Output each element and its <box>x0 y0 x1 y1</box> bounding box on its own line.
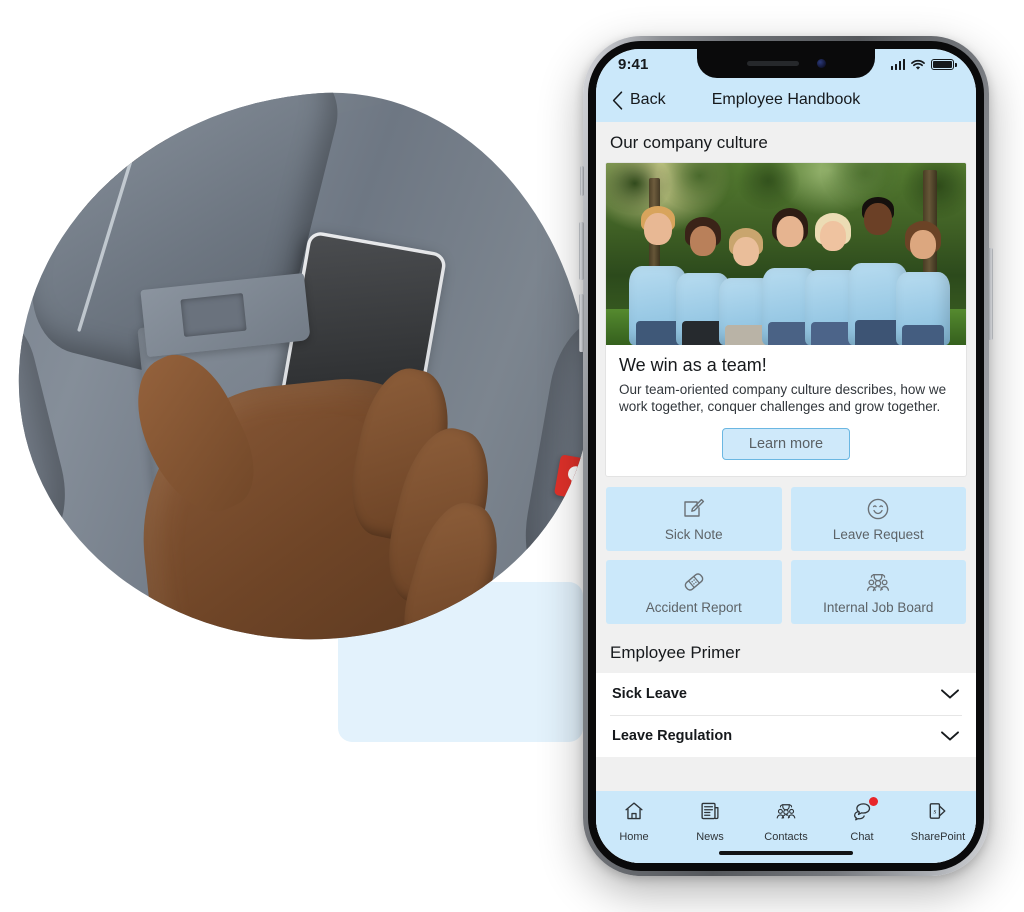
face <box>733 236 760 266</box>
sharepoint-icon: s <box>929 803 946 819</box>
tab-icon-wrap <box>851 797 878 827</box>
device-notch <box>697 49 875 78</box>
tab-icon-wrap <box>775 800 797 827</box>
contacts-group-icon <box>776 804 796 819</box>
edit-document-icon <box>684 498 704 517</box>
tab-icon-wrap <box>699 800 721 827</box>
tab-label: Chat <box>850 831 874 843</box>
accordion-label: Sick Leave <box>612 686 687 702</box>
tile-label: Leave Request <box>832 527 924 542</box>
culture-card-text: We win as a team! Our team-oriented comp… <box>606 345 966 415</box>
face <box>819 221 846 252</box>
employee-primer-accordion: Sick Leave Leave Regulation <box>596 673 976 757</box>
signal-bars-icon <box>890 59 905 70</box>
accordion-item-leave-regulation[interactable]: Leave Regulation <box>596 715 976 757</box>
tile-internal-job-board[interactable]: Internal Job Board <box>790 560 966 624</box>
tile-label: Sick Note <box>664 527 723 542</box>
tab-news[interactable]: News <box>672 800 748 843</box>
screen-content: Our company culture We win as a team! Ou… <box>596 122 976 863</box>
culture-card-title: We win as a team! <box>619 355 767 375</box>
worker-photo-blob <box>0 75 607 660</box>
smiley-face-icon <box>867 498 889 520</box>
tab-label: Home <box>619 831 649 843</box>
chat-unread-badge <box>869 797 878 806</box>
svg-text:s: s <box>933 806 936 815</box>
back-button-label: Back <box>630 91 666 108</box>
tab-home[interactable]: Home <box>596 800 672 843</box>
front-camera-icon <box>816 59 826 68</box>
battery-full-icon <box>931 59 954 70</box>
section-header-culture: Our company culture <box>596 122 976 163</box>
chevron-down-icon <box>941 731 959 741</box>
power-button[interactable] <box>988 248 993 340</box>
smartphone-device: 9:41 Back Employee Handbook Our company … <box>579 36 993 876</box>
face <box>863 203 892 236</box>
face <box>776 216 804 248</box>
status-time: 9:41 <box>618 56 649 73</box>
volume-up-button[interactable] <box>579 222 584 280</box>
chevron-down-icon <box>941 689 959 699</box>
accordion-item-sick-leave[interactable]: Sick Leave <box>596 673 976 715</box>
section-header-primer: Employee Primer <box>596 632 976 673</box>
wifi-icon <box>911 59 925 70</box>
tab-contacts[interactable]: Contacts <box>748 800 824 843</box>
worker-scene <box>0 75 607 660</box>
face <box>644 212 673 245</box>
tile-label: Accident Report <box>645 600 742 615</box>
plaster-bandage-icon <box>684 573 704 591</box>
velcro-patch <box>180 293 247 338</box>
tile-accident-report[interactable]: Accident Report <box>606 560 782 624</box>
face <box>690 225 717 256</box>
people-group-icon <box>867 573 890 592</box>
home-indicator[interactable] <box>719 851 853 855</box>
navigation-bar: Back Employee Handbook <box>596 78 976 122</box>
silent-switch-button[interactable] <box>580 166 584 196</box>
volume-down-button[interactable] <box>579 294 584 352</box>
face <box>909 230 936 260</box>
earpiece-speaker-icon <box>746 61 799 66</box>
device-screen: 9:41 Back Employee Handbook Our company … <box>596 49 976 863</box>
culture-card-description: Our team-oriented company culture descri… <box>619 382 947 414</box>
tab-label: News <box>696 831 724 843</box>
tab-label: SharePoint <box>910 831 966 843</box>
tab-chat[interactable]: Chat <box>824 797 900 843</box>
newspaper-icon <box>701 802 719 820</box>
tab-icon-wrap: s <box>927 800 949 827</box>
tile-label: Internal Job Board <box>823 600 934 615</box>
quick-actions-grid: Sick Note Leave Request Accident Report … <box>596 476 976 632</box>
tab-icon-wrap <box>623 800 645 827</box>
accordion-label: Leave Regulation <box>612 728 733 744</box>
status-icons <box>890 59 954 71</box>
tab-sharepoint[interactable]: s SharePoint <box>900 800 976 843</box>
back-button[interactable]: Back <box>612 90 666 110</box>
team-member <box>894 218 952 345</box>
culture-card: We win as a team! Our team-oriented comp… <box>606 163 966 476</box>
tile-sick-note[interactable]: Sick Note <box>606 487 782 551</box>
tile-leave-request[interactable]: Leave Request <box>790 487 966 551</box>
tab-label: Contacts <box>764 831 808 843</box>
jeans <box>901 324 944 345</box>
home-icon <box>625 802 643 820</box>
chevron-left-icon <box>612 90 623 110</box>
team-photo <box>606 163 966 345</box>
learn-more-button[interactable]: Learn more <box>721 428 851 460</box>
learn-more-container: Learn more <box>606 415 966 476</box>
